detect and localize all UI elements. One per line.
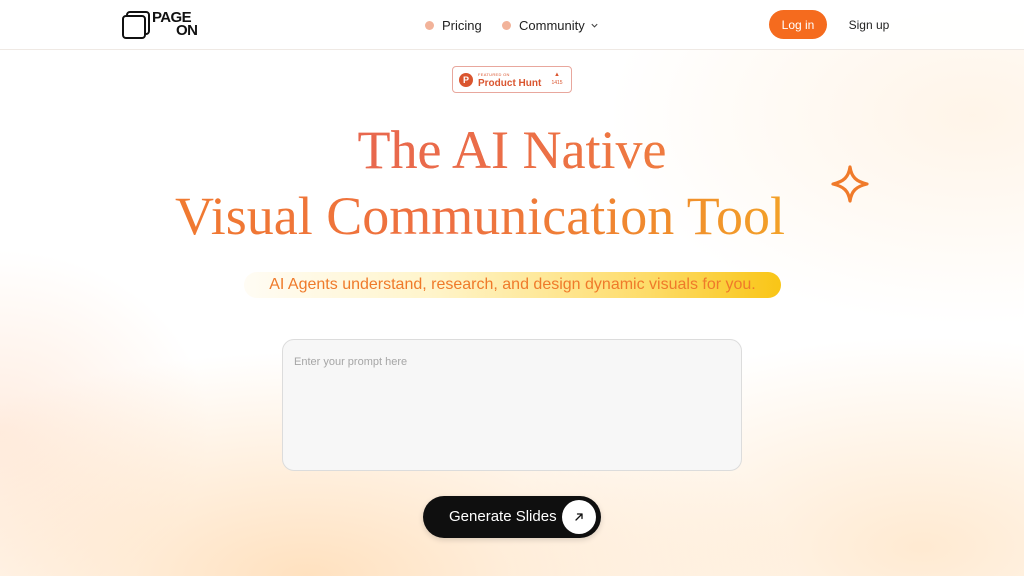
signup-button[interactable]: Sign up <box>843 10 895 39</box>
product-hunt-logo-icon: P <box>459 73 473 87</box>
prompt-box <box>282 339 742 471</box>
top-navigation-bar: PAGE ON Pricing Community Log in Sign up <box>0 0 1024 50</box>
hero-title-line-2-text: Visual Communication Tool <box>175 183 785 249</box>
nav-pricing-label: Pricing <box>442 17 482 33</box>
product-hunt-votes: ▲ 1415 <box>549 71 565 87</box>
chevron-down-icon <box>591 23 598 28</box>
login-button[interactable]: Log in <box>769 10 827 39</box>
generate-slides-button[interactable]: Generate Slides <box>423 496 601 538</box>
sparkle-icon <box>831 165 869 203</box>
hero-title-line-1-text: The AI Native <box>357 120 667 180</box>
arrow-up-right-icon <box>562 500 596 534</box>
nav-community[interactable]: Community <box>502 16 599 34</box>
generate-slides-label: Generate Slides <box>449 508 557 525</box>
prompt-input[interactable] <box>283 340 741 470</box>
pageon-logo[interactable]: PAGE ON <box>122 10 206 39</box>
triangle-up-icon: ▲ <box>554 72 560 78</box>
vote-count: 1415 <box>551 80 563 86</box>
nav-pricing[interactable]: Pricing <box>425 16 482 34</box>
product-hunt-featured-text: FEATURED ON <box>478 72 510 77</box>
product-hunt-badge[interactable]: P FEATURED ON Product Hunt ▲ 1415 <box>452 66 572 93</box>
logo-wordmark: PAGE ON <box>152 10 198 38</box>
dot-icon <box>425 20 434 30</box>
hero-title-line-1: The AI Native <box>0 118 1024 182</box>
dot-icon <box>502 20 511 30</box>
logo-mark-icon <box>122 11 150 39</box>
nav-community-label: Community <box>519 17 585 33</box>
product-hunt-name: Product Hunt <box>478 78 542 89</box>
hero-subtitle: AI Agents understand, research, and desi… <box>269 276 756 293</box>
